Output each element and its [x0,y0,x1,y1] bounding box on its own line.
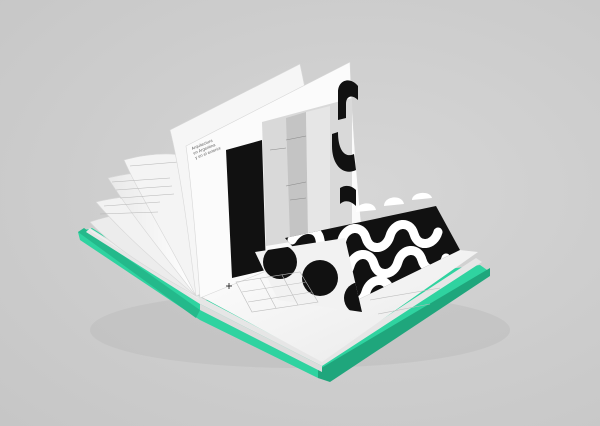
photo-scene: Arquitectura en Argentina y en el exteri… [0,0,600,426]
pattern-bumps [356,192,432,212]
book-illustration: Arquitectura en Argentina y en el exteri… [78,61,510,382]
